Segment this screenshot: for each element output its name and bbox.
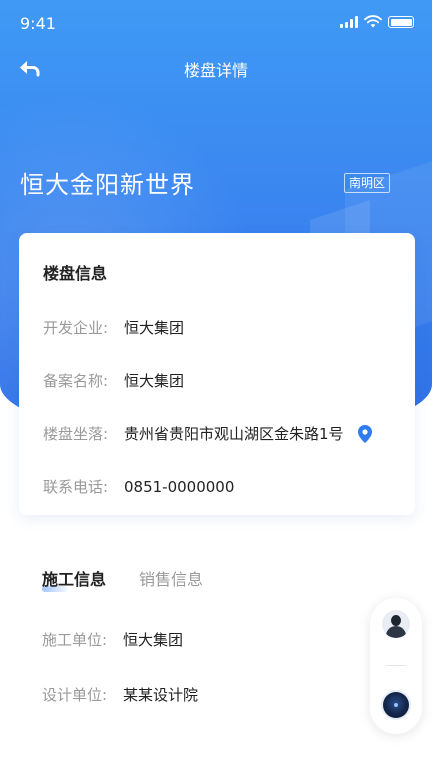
address-value: 贵州省贵阳市观山湖区金朱路1号 bbox=[124, 425, 344, 443]
info-label: 楼盘坐落: bbox=[43, 425, 109, 443]
avatar-icon[interactable] bbox=[382, 610, 410, 638]
wifi-icon bbox=[364, 15, 382, 28]
info-label: 备案名称: bbox=[43, 372, 109, 390]
tab-sales-info[interactable]: 销售信息 bbox=[139, 566, 203, 590]
ai-assistant-icon[interactable] bbox=[383, 692, 409, 718]
info-label: 开发企业: bbox=[43, 319, 109, 337]
info-label: 设计单位: bbox=[42, 686, 108, 704]
page-title: 楼盘详情 bbox=[183, 61, 248, 80]
info-row-address[interactable]: 楼盘坐落: 贵州省贵阳市观山湖区金朱路1号 bbox=[43, 423, 372, 444]
info-value: 恒大集团 bbox=[124, 319, 185, 337]
tab-construction-info[interactable]: 施工信息 bbox=[42, 566, 106, 590]
info-value: 恒大集团 bbox=[123, 631, 184, 649]
divider bbox=[386, 665, 406, 666]
district-badge: 南明区 bbox=[344, 173, 391, 193]
nav-bar: 楼盘详情 bbox=[0, 48, 432, 88]
signal-icon bbox=[340, 16, 358, 28]
info-value: 某某设计院 bbox=[123, 686, 199, 704]
info-label: 联系电话: bbox=[43, 478, 109, 496]
card-title: 楼盘信息 bbox=[43, 264, 108, 283]
info-row-developer: 开发企业: 恒大集团 bbox=[43, 317, 184, 338]
project-name: 恒大金阳新世界 bbox=[20, 171, 195, 199]
construction-row-contractor: 施工单位: 恒大集团 bbox=[42, 629, 183, 650]
info-row-registered-name: 备案名称: 恒大集团 bbox=[43, 370, 184, 391]
floating-action-panel bbox=[370, 598, 422, 734]
info-row-phone[interactable]: 联系电话: 0851-0000000 bbox=[43, 476, 234, 497]
location-pin-icon[interactable] bbox=[357, 424, 372, 443]
phone-value[interactable]: 0851-0000000 bbox=[124, 478, 234, 496]
project-info-card: 楼盘信息 开发企业: 恒大集团 备案名称: 恒大集团 楼盘坐落: 贵州省贵阳市观… bbox=[19, 233, 415, 515]
battery-icon bbox=[388, 16, 414, 28]
status-bar: 9:41 bbox=[0, 0, 432, 48]
info-label: 施工单位: bbox=[42, 631, 108, 649]
info-value: 恒大集团 bbox=[124, 372, 185, 390]
construction-row-designer: 设计单位: 某某设计院 bbox=[42, 684, 198, 705]
status-icons bbox=[340, 15, 414, 28]
status-time: 9:41 bbox=[20, 14, 56, 33]
